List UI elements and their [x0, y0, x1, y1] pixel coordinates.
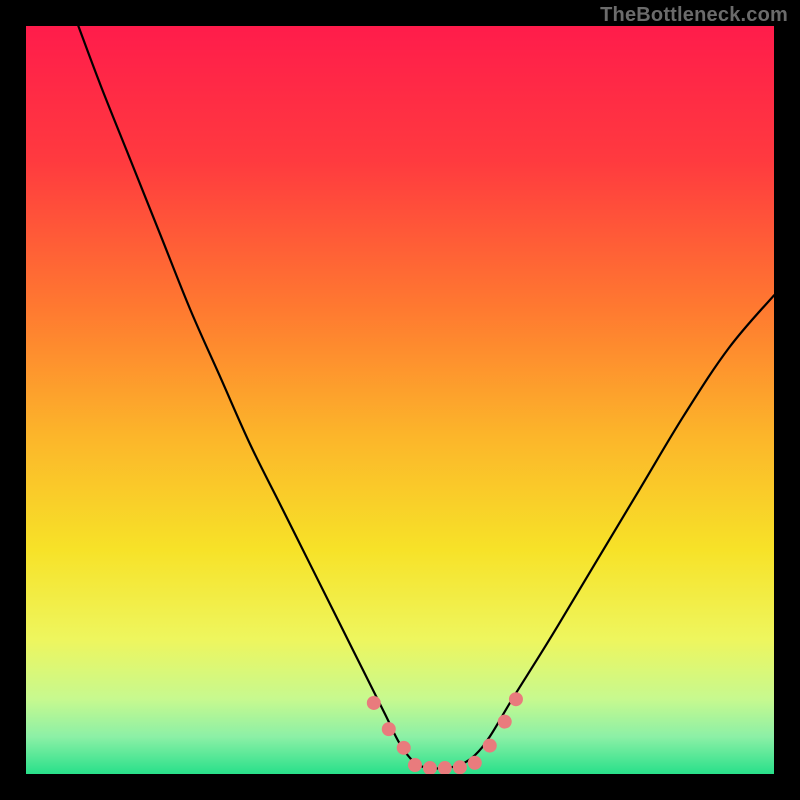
marker-dot — [397, 741, 411, 755]
marker-dot — [408, 758, 422, 772]
chart-background-gradient — [26, 26, 774, 774]
marker-dot — [483, 739, 497, 753]
marker-dot — [382, 722, 396, 736]
marker-dot — [367, 696, 381, 710]
marker-dot — [498, 715, 512, 729]
marker-dot — [468, 756, 482, 770]
marker-dot — [509, 692, 523, 706]
bottleneck-chart — [26, 26, 774, 774]
marker-dot — [453, 760, 467, 774]
chart-frame — [26, 26, 774, 774]
watermark-text: TheBottleneck.com — [600, 4, 788, 27]
